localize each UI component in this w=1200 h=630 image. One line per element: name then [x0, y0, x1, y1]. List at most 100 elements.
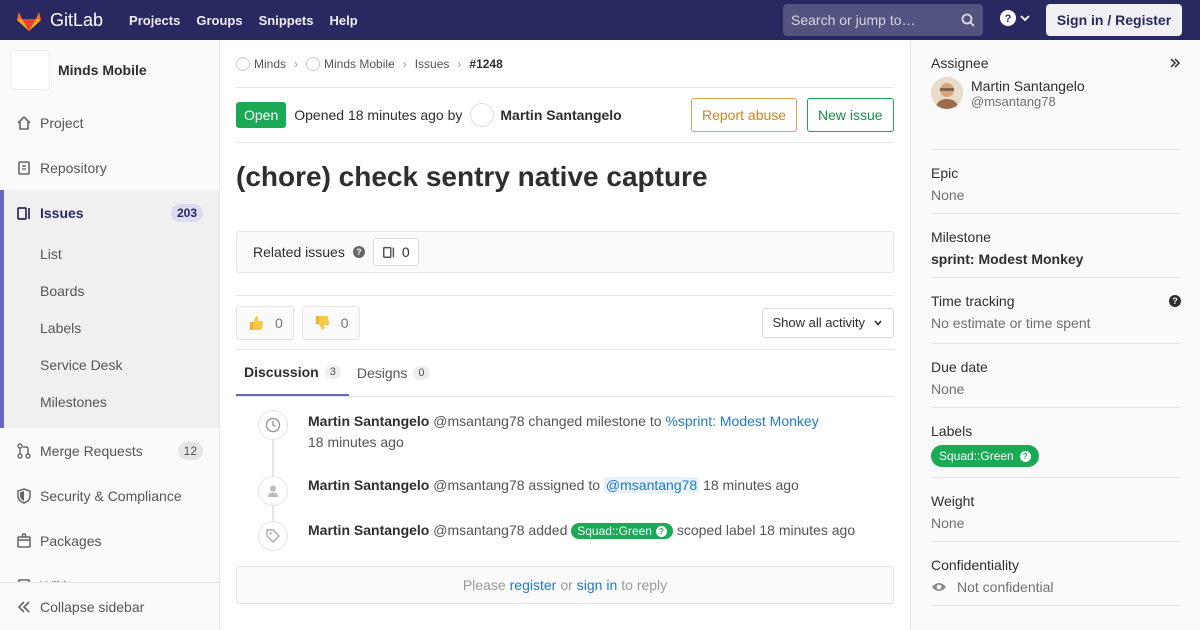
help-icon[interactable]: ? [1169, 295, 1181, 307]
breadcrumb-separator: › [294, 56, 299, 71]
assignee-username: @msantang78 [971, 93, 1056, 109]
breadcrumb-label: Minds [254, 56, 287, 71]
sign-in-link[interactable]: sign in [577, 577, 617, 593]
clock-icon [258, 410, 288, 440]
double-chevron-right-icon[interactable] [1169, 57, 1181, 69]
register-link[interactable]: register [510, 577, 557, 593]
doc-icon [18, 160, 30, 175]
due-date-value: None [931, 381, 965, 397]
sidebar-item-merge-requests[interactable]: Merge Requests 12 [0, 428, 219, 473]
signin-register-button[interactable]: Sign in / Register [1046, 4, 1182, 36]
help-dropdown[interactable]: ? [1000, 10, 1030, 26]
sidebar-subitem-list[interactable]: List [4, 235, 219, 272]
merge-requests-count-badge: 12 [177, 441, 203, 460]
avatar [931, 77, 963, 109]
status-badge: Open [236, 102, 287, 128]
help-icon[interactable]: ? [352, 246, 365, 258]
timeline-event: Martin Santangelo @msantang78 changed mi… [258, 410, 894, 477]
milestone-link[interactable]: %sprint: Modest Monkey [665, 413, 818, 429]
project-name: Minds Mobile [58, 62, 147, 78]
collapse-sidebar-label: Collapse sidebar [40, 598, 145, 615]
sidebar-item-issues[interactable]: Issues 203 [4, 190, 219, 235]
sidebar-item-label: Project [40, 114, 84, 131]
left-sidebar: Minds Mobile Project Repository Issues 2… [0, 40, 220, 630]
tag-icon [258, 521, 288, 551]
breadcrumb-current[interactable]: #1248 [469, 57, 502, 71]
timeline-event: Martin Santangelo @msantang78 assigned t… [258, 476, 894, 522]
related-issues-count[interactable]: 0 [372, 238, 419, 266]
thumbs-up-button[interactable]: 0 [236, 305, 294, 340]
search-icon[interactable] [961, 13, 975, 27]
event-handle: @msantang78 [433, 522, 525, 538]
issues-icon [382, 246, 394, 258]
event-author[interactable]: Martin Santangelo [308, 522, 429, 538]
milestone-value[interactable]: sprint: Modest Monkey [931, 251, 1181, 267]
sidebar-active-section: Issues 203 List Boards Labels Service De… [0, 190, 219, 428]
reply-please: Please [462, 577, 506, 593]
nav-snippets[interactable]: Snippets [251, 13, 322, 28]
event-action: changed milestone to [528, 413, 662, 429]
home-icon [17, 115, 31, 130]
milestone-title: Milestone [931, 229, 991, 245]
event-action: added [528, 522, 568, 538]
label-text: Squad::Green [939, 449, 1014, 463]
avatar[interactable] [470, 103, 495, 127]
user-mention-link[interactable]: @msantang78 [603, 477, 700, 493]
related-issues-label: Related issues [253, 244, 345, 260]
confidentiality-row: Not confidential [931, 579, 1181, 595]
author-link[interactable]: Martin Santangelo [500, 107, 621, 123]
gitlab-logo[interactable]: GitLab [16, 8, 103, 32]
new-issue-button[interactable]: New issue [807, 98, 894, 132]
nav-projects[interactable]: Projects [121, 13, 188, 28]
project-header[interactable]: Minds Mobile [0, 40, 219, 100]
sidebar-subitem-labels[interactable]: Labels [4, 309, 219, 346]
breadcrumb-issues[interactable]: Issues [415, 57, 450, 71]
report-abuse-button[interactable]: Report abuse [691, 98, 798, 132]
sidebar-item-label: Packages [40, 532, 102, 549]
top-navbar: GitLab Projects Groups Snippets Help ? S… [0, 0, 1200, 40]
event-author[interactable]: Martin Santangelo [308, 413, 429, 429]
sidebar-subitem-milestones[interactable]: Milestones [4, 383, 219, 420]
sidebar-subitem-boards[interactable]: Boards [4, 272, 219, 309]
search-input[interactable] [791, 12, 951, 28]
breadcrumb-project[interactable]: Minds Mobile [306, 56, 395, 71]
nav-groups[interactable]: Groups [188, 13, 250, 28]
nav-help[interactable]: Help [322, 13, 366, 28]
assignee-row[interactable]: Martin Santangelo @msantang78 [931, 77, 1181, 109]
breadcrumb-group[interactable]: Minds [236, 56, 287, 71]
sidebar-item-label: Merge Requests [40, 442, 143, 459]
epic-block: Epic None [931, 150, 1181, 214]
sidebar-item-security[interactable]: Security & Compliance [0, 473, 219, 518]
sidebar-subitem-service-desk[interactable]: Service Desk [4, 346, 219, 383]
related-count-value: 0 [401, 244, 410, 260]
sidebar-item-project[interactable]: Project [0, 100, 219, 145]
due-date-title: Due date [931, 359, 988, 375]
confidentiality-value: Not confidential [957, 579, 1054, 595]
time-tracking-title: Time tracking [931, 293, 1015, 309]
event-author[interactable]: Martin Santangelo [308, 477, 429, 493]
sidebar-item-repository[interactable]: Repository [0, 145, 219, 190]
scoped-label-badge[interactable]: Squad::Green ? [571, 523, 673, 539]
activity-filter-dropdown[interactable]: Show all activity [761, 307, 894, 338]
thumbs-up-count: 0 [275, 314, 283, 331]
confidentiality-block: Confidentiality Not confidential [931, 542, 1181, 606]
tab-count-badge: 3 [324, 364, 341, 379]
labels-title: Labels [931, 423, 973, 439]
tab-label: Discussion [244, 363, 319, 380]
milestone-block: Milestone sprint: Modest Monkey [931, 214, 1181, 278]
sidebar-item-packages[interactable]: Packages [0, 518, 219, 563]
weight-value: None [931, 515, 965, 531]
collapse-sidebar-button[interactable]: Collapse sidebar [0, 582, 219, 630]
label-badge[interactable]: Squad::Green ? [931, 445, 1039, 467]
sidebar-item-label: Security & Compliance [40, 487, 182, 504]
thumbs-down-icon [315, 315, 329, 330]
tab-designs[interactable]: Designs 0 [349, 349, 438, 396]
group-avatar [236, 56, 250, 71]
tab-discussion[interactable]: Discussion 3 [236, 349, 349, 396]
event-action: assigned to [528, 477, 601, 493]
assignee-name: Martin Santangelo [971, 77, 1085, 94]
thumbs-down-button[interactable]: 0 [301, 305, 360, 340]
thumbs-up-icon [250, 315, 263, 330]
chevron-down-icon [1020, 15, 1030, 22]
